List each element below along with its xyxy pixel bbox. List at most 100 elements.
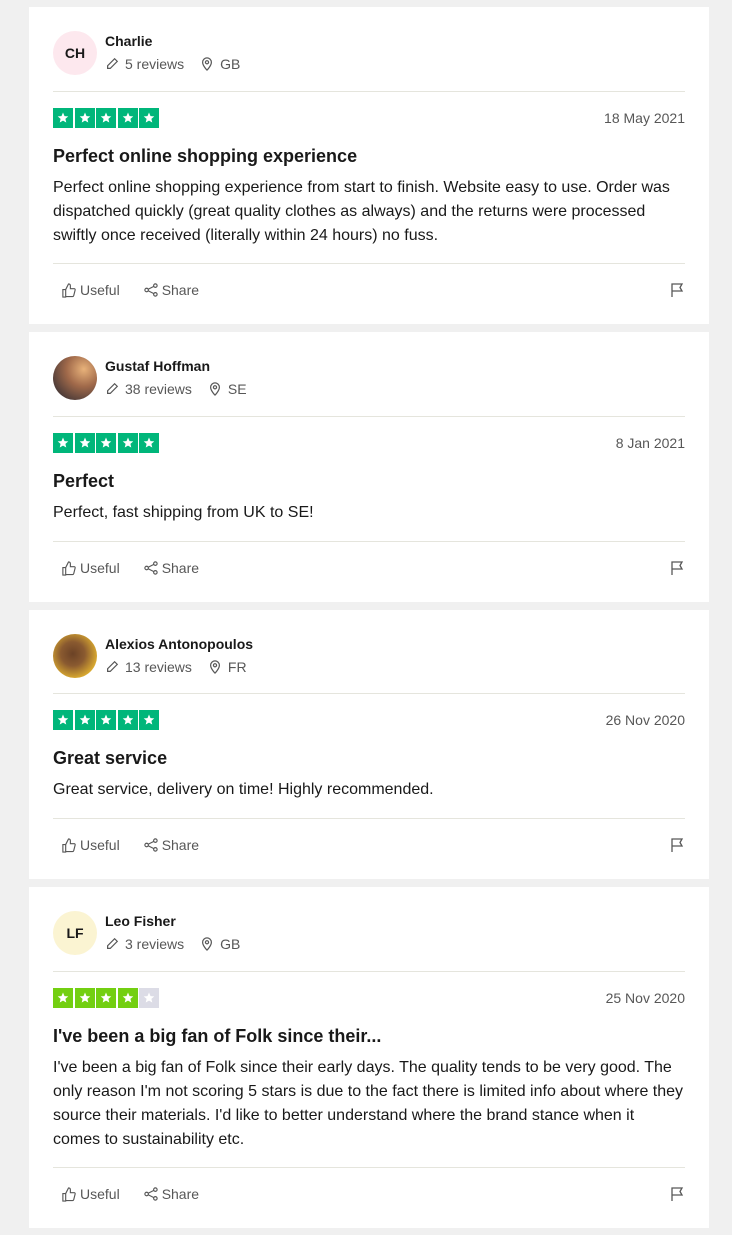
consumer-name[interactable]: Gustaf Hoffman xyxy=(105,358,210,374)
consumer-name[interactable]: Leo Fisher xyxy=(105,913,176,929)
thumbs-up-icon xyxy=(62,560,76,576)
star-filled-icon xyxy=(53,710,73,730)
divider xyxy=(53,541,685,542)
share-icon xyxy=(143,838,158,852)
avatar-initials: CH xyxy=(64,45,86,61)
review-card: LF Leo Fisher 3 reviews GB 25 Nov 2020 I… xyxy=(29,887,709,1228)
star-filled-icon xyxy=(74,710,95,730)
review-text: Great service, delivery on time! Highly … xyxy=(53,781,434,798)
flag-icon[interactable] xyxy=(669,837,685,853)
pencil-icon xyxy=(107,937,119,949)
reviews-count: 5 reviews xyxy=(125,56,185,72)
divider xyxy=(53,1167,685,1168)
star-filled-icon xyxy=(117,710,138,730)
review-card: Alexios Antonopoulos 13 reviews FR 26 No… xyxy=(29,610,709,879)
share-button[interactable]: Share xyxy=(143,560,200,576)
review-text: Perfect online shopping experience from … xyxy=(53,179,670,244)
review-title[interactable]: Great service xyxy=(53,748,167,769)
useful-label: Useful xyxy=(80,837,120,853)
useful-label: Useful xyxy=(80,282,120,298)
country-code: FR xyxy=(227,659,247,675)
star-rating xyxy=(53,433,161,453)
consumer-name[interactable]: Charlie xyxy=(105,33,152,49)
review-text: Perfect, fast shipping from UK to SE! xyxy=(53,504,314,521)
useful-button[interactable]: Useful xyxy=(61,837,120,853)
thumbs-up-icon xyxy=(62,1186,76,1202)
star-filled-icon xyxy=(96,710,116,730)
reviews-count: 13 reviews xyxy=(125,659,192,675)
share-label: Share xyxy=(161,1186,200,1202)
useful-button[interactable]: Useful xyxy=(61,560,120,576)
star-filled-icon xyxy=(96,108,116,128)
share-button[interactable]: Share xyxy=(143,1186,200,1202)
reviews-count: 38 reviews xyxy=(125,381,192,397)
divider xyxy=(53,416,685,417)
share-icon xyxy=(143,283,158,297)
location-pin-icon xyxy=(209,382,220,396)
location-pin-icon xyxy=(202,937,213,951)
share-label: Share xyxy=(161,560,200,576)
review-date: 26 Nov 2020 xyxy=(605,712,685,728)
star-filled-icon xyxy=(74,108,95,128)
pencil-icon xyxy=(107,382,119,394)
star-filled-icon xyxy=(139,710,159,730)
flag-icon[interactable] xyxy=(669,1186,685,1202)
country-code: SE xyxy=(227,381,247,397)
star-filled-icon xyxy=(74,433,95,453)
share-icon xyxy=(143,561,158,575)
pencil-icon xyxy=(107,57,119,69)
star-rating xyxy=(53,710,161,730)
useful-button[interactable]: Useful xyxy=(61,282,120,298)
pencil-icon xyxy=(107,660,119,672)
divider xyxy=(53,263,685,264)
review-text: I've been a big fan of Folk since their … xyxy=(53,1059,684,1148)
reviews-count: 3 reviews xyxy=(125,936,185,952)
share-button[interactable]: Share xyxy=(143,837,200,853)
star-filled-icon xyxy=(139,108,159,128)
review-card: Gustaf Hoffman 38 reviews SE 8 Jan 2021 … xyxy=(29,332,709,602)
useful-label: Useful xyxy=(80,560,120,576)
star-rating xyxy=(53,988,161,1008)
review-title[interactable]: Perfect xyxy=(53,471,114,492)
avatar-initials: LF xyxy=(66,925,84,941)
star-rating xyxy=(53,108,161,128)
star-empty-icon xyxy=(139,988,159,1008)
thumbs-up-icon xyxy=(62,282,76,298)
divider xyxy=(53,91,685,92)
review-date: 18 May 2021 xyxy=(604,110,685,126)
useful-label: Useful xyxy=(80,1186,120,1202)
flag-icon[interactable] xyxy=(669,282,685,298)
review-date: 8 Jan 2021 xyxy=(615,435,685,451)
country-code: GB xyxy=(220,936,241,952)
review-card: CH Charlie 5 reviews GB 18 May 2021 Perf… xyxy=(29,7,709,324)
star-filled-icon xyxy=(53,988,73,1008)
review-title[interactable]: I've been a big fan of Folk since their.… xyxy=(53,1026,381,1047)
review-title[interactable]: Perfect online shopping experience xyxy=(53,146,357,167)
location-pin-icon xyxy=(209,660,220,674)
share-label: Share xyxy=(161,282,200,298)
avatar[interactable] xyxy=(53,356,97,400)
star-filled-icon xyxy=(96,988,116,1008)
avatar[interactable]: CH xyxy=(53,31,97,75)
avatar[interactable] xyxy=(53,634,97,678)
share-label: Share xyxy=(161,837,200,853)
divider xyxy=(53,818,685,819)
review-date: 25 Nov 2020 xyxy=(605,990,685,1006)
avatar[interactable]: LF xyxy=(53,911,97,955)
star-filled-icon xyxy=(74,988,95,1008)
star-filled-icon xyxy=(117,433,138,453)
star-filled-icon xyxy=(53,433,73,453)
consumer-name[interactable]: Alexios Antonopoulos xyxy=(105,636,253,652)
thumbs-up-icon xyxy=(62,837,76,853)
star-filled-icon xyxy=(96,433,116,453)
star-filled-icon xyxy=(139,433,159,453)
star-filled-icon xyxy=(53,108,73,128)
star-filled-icon xyxy=(117,988,138,1008)
flag-icon[interactable] xyxy=(669,560,685,576)
location-pin-icon xyxy=(202,57,213,71)
share-button[interactable]: Share xyxy=(143,282,200,298)
star-filled-icon xyxy=(117,108,138,128)
divider xyxy=(53,693,685,694)
useful-button[interactable]: Useful xyxy=(61,1186,120,1202)
country-code: GB xyxy=(220,56,241,72)
